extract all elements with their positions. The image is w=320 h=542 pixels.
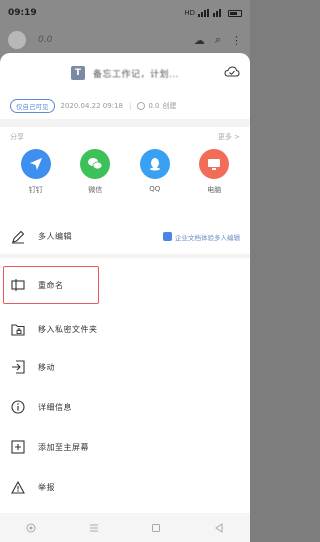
share-more-link[interactable]: 更多 >	[218, 132, 240, 142]
share-qq[interactable]: QQ	[130, 149, 180, 219]
file-date: 2020.04.22 09:18	[60, 102, 123, 110]
background-title: 0.0	[38, 35, 53, 45]
cloud-synced-icon[interactable]	[224, 66, 240, 78]
share-label: QQ	[149, 185, 161, 193]
share-computer[interactable]: 电脑	[189, 149, 239, 219]
file-header: T 备忘工作记，计划...	[0, 53, 250, 93]
status-time: 09:19	[8, 8, 37, 18]
share-apps: 钉钉 微信 QQ 电脑	[0, 147, 250, 219]
lock-folder-icon	[10, 322, 26, 338]
home-icon[interactable]	[149, 521, 163, 535]
menu-add-home[interactable]: 添加至主屏幕	[0, 427, 250, 467]
avatar[interactable]	[8, 31, 26, 49]
wifi-icon	[213, 9, 225, 17]
share-heading: 分享	[10, 133, 24, 141]
enterprise-doc-icon	[163, 232, 172, 241]
file-name: 备忘工作记，计划...	[92, 69, 180, 80]
paper-plane-icon	[20, 149, 51, 179]
status-indicators: HD	[184, 9, 242, 17]
qq-icon	[139, 149, 170, 179]
menu-move[interactable]: 移动	[0, 347, 250, 387]
menu-label: 移动	[38, 362, 55, 372]
highlight-box	[3, 266, 99, 304]
section-divider	[0, 119, 250, 127]
menu-icon[interactable]	[87, 521, 101, 535]
menu-label: 移入私密文件夹	[38, 325, 98, 334]
menu-move-private[interactable]: 移入私密文件夹	[0, 312, 250, 347]
share-dingtalk[interactable]: 钉钉	[11, 149, 61, 219]
file-owner-label: 创建	[162, 102, 177, 110]
share-wechat[interactable]: 微信	[70, 149, 120, 219]
move-icon	[10, 359, 26, 375]
status-bar: 09:19 HD	[0, 0, 250, 26]
menu-rename[interactable]: 重命名	[0, 258, 250, 312]
share-header: 分享 更多 >	[0, 127, 250, 147]
menu-label: 详细信息	[38, 402, 72, 412]
network-type: HD	[184, 9, 195, 17]
more-vertical-icon[interactable]: ⋮	[231, 34, 242, 47]
cloud-icon[interactable]: ☁	[194, 34, 205, 47]
visibility-badge[interactable]: 仅自己可见	[10, 99, 55, 113]
menu-details[interactable]: 详细信息	[0, 387, 250, 427]
warning-icon	[10, 479, 26, 495]
file-owner: 0.0 创建	[137, 101, 176, 111]
assistant-icon[interactable]	[24, 521, 38, 535]
background-toolbar: 0.0 ☁ ⌕ ⋮	[0, 26, 250, 54]
menu-report[interactable]: 举报	[0, 467, 250, 507]
menu-label: 添加至主屏幕	[38, 442, 89, 452]
menu-collab-edit[interactable]: 多人编辑 企业文档体验多人编辑	[0, 219, 250, 254]
menu-label: 举报	[38, 482, 55, 492]
file-meta: 仅自己可见 2020.04.22 09:18 | 0.0 创建	[0, 93, 250, 119]
file-type-icon: T	[70, 66, 85, 80]
enterprise-doc-link[interactable]: 企业文档体验多人编辑	[163, 232, 240, 242]
search-icon[interactable]: ⌕	[215, 33, 221, 47]
user-icon	[137, 102, 146, 110]
info-icon	[10, 399, 26, 415]
monitor-icon	[199, 149, 230, 179]
add-box-icon	[10, 439, 26, 455]
wechat-icon	[80, 149, 111, 179]
enterprise-doc-label: 企业文档体验多人编辑	[175, 233, 240, 242]
pencil-icon	[10, 229, 26, 245]
share-label: 微信	[88, 186, 103, 194]
share-label: 钉钉	[28, 186, 43, 194]
signal-icon	[198, 9, 210, 17]
background-actions: ☁ ⌕ ⋮	[194, 33, 242, 47]
back-icon[interactable]	[212, 521, 226, 535]
share-label: 电脑	[207, 186, 222, 194]
system-nav-bar	[0, 513, 250, 542]
menu-label: 多人编辑	[38, 232, 72, 241]
file-actions-sheet: T 备忘工作记，计划... 仅自己可见 2020.04.22 09:18 | 0…	[0, 53, 250, 513]
file-size: 0.0	[148, 102, 160, 110]
meta-divider: |	[128, 102, 132, 110]
battery-icon	[228, 9, 242, 17]
